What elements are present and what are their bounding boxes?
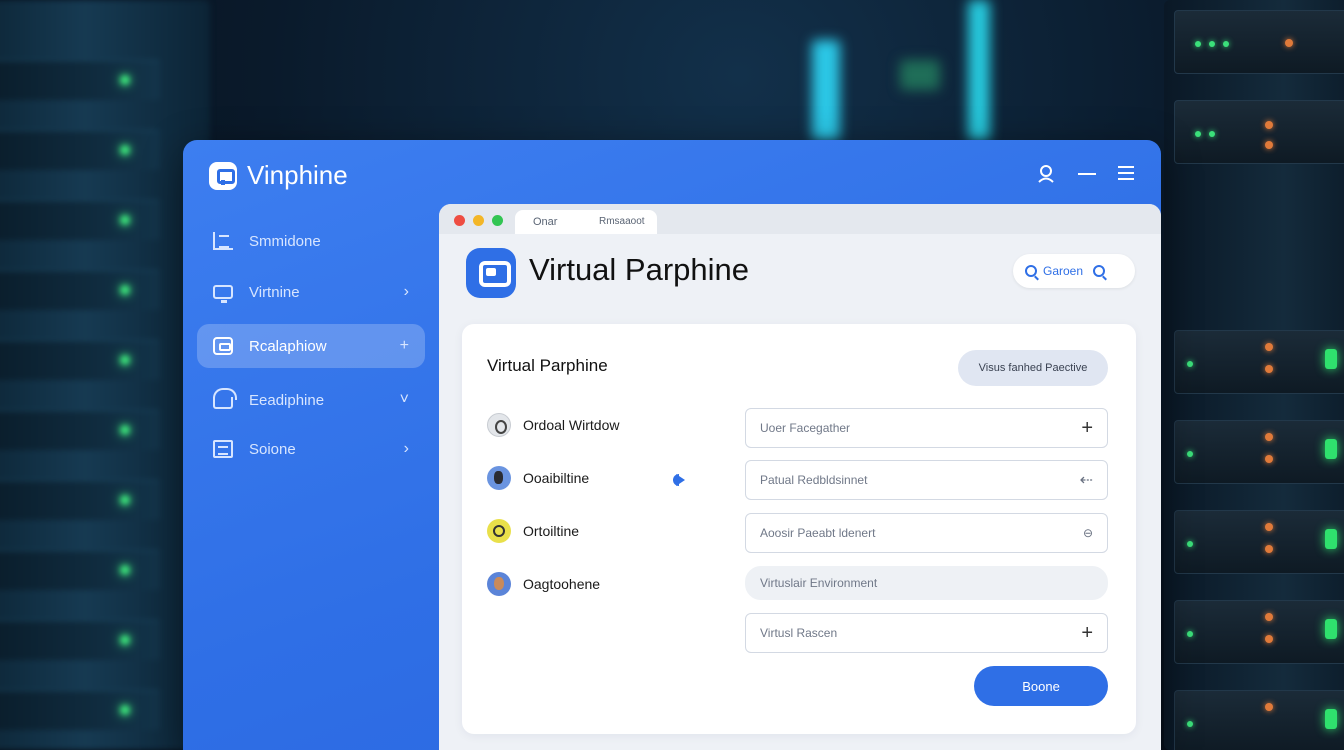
rack-unit [1174, 420, 1344, 484]
monitor-icon [213, 285, 233, 303]
minimize-window-button[interactable] [473, 215, 484, 226]
chevron-down-icon: ˅ [399, 391, 409, 408]
rack-slot [0, 620, 160, 660]
rack-slot [0, 130, 160, 170]
field-value: Patual Redbldsinnet [760, 473, 868, 487]
browser-tab[interactable]: Onar Rmsaaoot [515, 210, 657, 234]
sidebar-item-eeadiphine[interactable]: Eeadiphine ˅ [197, 378, 425, 422]
selection-marker-icon [673, 474, 685, 486]
text-field[interactable]: Patual Redbldsinnet ⇠ [745, 460, 1108, 500]
page-title: Virtual Parphine [529, 252, 750, 287]
rack-unit [1174, 330, 1344, 394]
tab-label: Rmsaaoot [599, 216, 645, 227]
list-item-label: Ordoal Wirtdow [523, 417, 620, 433]
arrow-left-icon[interactable]: ⇠ [1080, 470, 1093, 490]
rack-unit [1174, 10, 1344, 74]
text-field[interactable]: Virtusl Rascen + [745, 613, 1108, 653]
card-action-button[interactable]: Visus fanhed Paective [958, 350, 1108, 386]
sidebar-item-label: Virtnine [249, 283, 300, 301]
rack-slot [0, 340, 160, 380]
chevron-right-icon: › [403, 440, 409, 457]
plus-icon[interactable]: + [1081, 622, 1093, 645]
browser-window: Onar Rmsaaoot Virtual Parphine Garoen Vi… [439, 204, 1161, 750]
browser-titlebar: Onar Rmsaaoot [439, 204, 1161, 234]
search-icon [1025, 265, 1037, 277]
primary-submit-button[interactable]: Boone [974, 666, 1108, 706]
field-value: Aoosir Paeabt ldenert [760, 526, 876, 540]
app-logo-icon [209, 162, 237, 190]
field-value: Uoer Facegather [760, 421, 851, 435]
field-value: Virtusl Rascen [760, 626, 838, 640]
rack-slot [0, 690, 160, 730]
list-item-label: Ortoiltine [523, 523, 580, 539]
rack-unit [1174, 510, 1344, 574]
avatar [487, 572, 511, 596]
server-rack-left [0, 0, 210, 750]
document-icon [213, 440, 233, 458]
sidebar-item-label: Eeadiphine [249, 391, 325, 409]
card-title: Virtual Parphine [487, 356, 608, 375]
plus-icon[interactable]: + [1081, 417, 1093, 440]
sidebar-item-label: Smmidone [249, 232, 321, 250]
ceiling-light [812, 40, 840, 140]
list-item[interactable]: Ortoiltine [487, 518, 579, 544]
minimize-icon[interactable] [1077, 164, 1097, 188]
close-window-button[interactable] [454, 215, 465, 226]
rack-unit [1174, 600, 1344, 664]
list-item-label: Oagtoohene [523, 576, 601, 592]
avatar [487, 413, 511, 437]
sidebar-item-label: Rcalaphiow [249, 337, 327, 355]
server-rack-right [1164, 0, 1344, 750]
list-item[interactable]: Ooaibiltine [487, 465, 589, 491]
chevron-right-icon: › [403, 283, 409, 300]
remove-icon[interactable]: ⊖ [1083, 526, 1093, 540]
sidebar-item-virtnine[interactable]: Virtnine › [197, 270, 425, 314]
avatar [487, 466, 511, 490]
rack-unit [1174, 100, 1344, 164]
chat-icon [213, 337, 233, 355]
content-card: Virtual Parphine Visus fanhed Paective O… [462, 324, 1136, 734]
sidebar-item-label: Soione [249, 440, 296, 458]
app-title: Vinphine [247, 160, 348, 190]
rack-slot [0, 200, 160, 240]
rack-slot [0, 270, 160, 310]
tab-label: Onar [533, 216, 558, 228]
plus-icon: + [399, 337, 409, 354]
text-field[interactable]: Uoer Facegather + [745, 408, 1108, 448]
rack-slot [0, 60, 160, 100]
sidebar-item-soione[interactable]: Soione › [197, 427, 425, 471]
home-icon [213, 388, 237, 409]
avatar [487, 519, 511, 543]
search-button[interactable]: Garoen [1013, 254, 1135, 288]
search-label: Garoen [1043, 264, 1084, 278]
list-item[interactable]: Oagtoohene [487, 571, 600, 597]
sidebar-item-smmidone[interactable]: Smmidone [197, 219, 425, 263]
user-icon[interactable] [1037, 164, 1055, 184]
maximize-window-button[interactable] [492, 215, 503, 226]
search-icon [1093, 265, 1106, 277]
page-logo-icon [466, 248, 516, 298]
list-icon [213, 232, 233, 250]
rack-slot [0, 410, 160, 450]
rack-slot [0, 550, 160, 590]
list-item[interactable]: Ordoal Wirtdow [487, 412, 619, 438]
text-field[interactable]: Virtuslair Environment [745, 566, 1108, 600]
sidebar-item-rcalaphiow[interactable]: Rcalaphiow + [197, 324, 425, 368]
field-value: Virtuslair Environment [760, 576, 878, 590]
rack-slot [0, 480, 160, 520]
app-window: Vinphine Smmidone Virtnine › Rcalaphiow … [183, 140, 1161, 750]
ceiling-light [968, 0, 990, 140]
rack-unit [1174, 690, 1344, 750]
text-field[interactable]: Aoosir Paeabt ldenert ⊖ [745, 513, 1108, 553]
hamburger-menu-icon[interactable] [1117, 164, 1135, 186]
list-item-label: Ooaibiltine [523, 470, 590, 486]
ceiling-light [900, 60, 940, 90]
